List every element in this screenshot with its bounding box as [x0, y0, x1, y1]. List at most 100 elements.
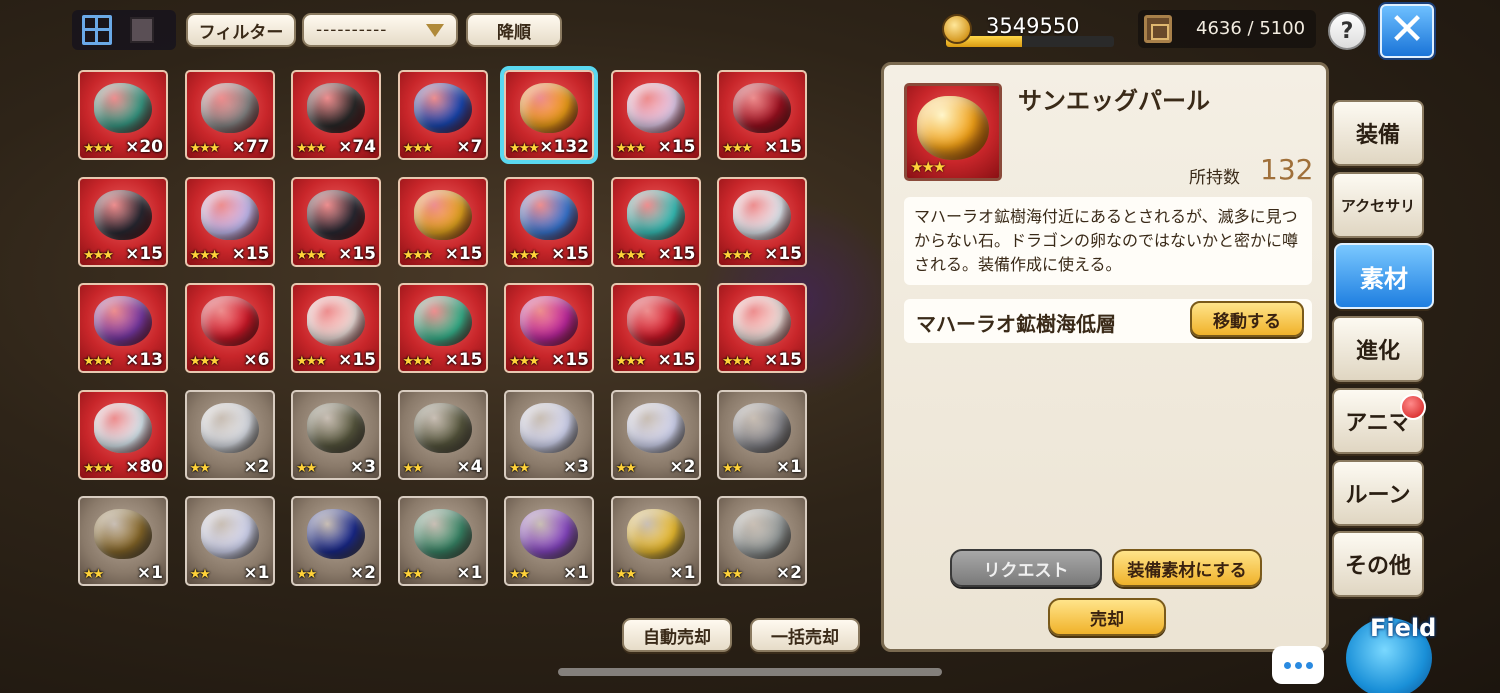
item-slot[interactable]: ★★ ×1	[184, 496, 275, 586]
item-slot[interactable]: ★★★ ×20	[78, 70, 168, 160]
item-slot[interactable]: ★★ ×1	[504, 496, 594, 586]
item-quantity: ×15	[764, 350, 802, 370]
item-stars: ★★	[83, 567, 104, 582]
item-slot[interactable]: ★★★ ×77	[184, 70, 275, 160]
home-indicator[interactable]	[558, 668, 942, 676]
detail-stars: ★★★	[910, 158, 946, 176]
item-slot[interactable]: ★★★ ×15	[397, 176, 488, 267]
view-toggle	[72, 10, 176, 50]
item-quantity: ×2	[349, 563, 376, 583]
item-slot[interactable]: ★★★ ×15	[78, 176, 168, 267]
item-slot[interactable]: ★★★ ×15	[291, 283, 381, 373]
item-slot[interactable]: ★★★ ×15	[610, 70, 701, 160]
grid-view-icon[interactable]	[82, 15, 112, 45]
filter-select[interactable]: ----------	[302, 13, 458, 47]
material-icon	[413, 296, 472, 347]
field-button[interactable]: Field	[1336, 604, 1446, 693]
request-button[interactable]: リクエスト	[950, 549, 1102, 587]
inventory-capacity: 4636 / 5100	[1138, 10, 1316, 48]
material-icon	[307, 402, 365, 453]
tab-equipment[interactable]: 装備	[1332, 100, 1424, 166]
material-icon	[626, 296, 685, 347]
chat-button[interactable]	[1272, 646, 1324, 684]
item-slot[interactable]: ★★★ ×15	[610, 176, 701, 267]
item-slot[interactable]: ★★★ ×15	[184, 176, 275, 267]
item-stars: ★★★	[722, 247, 753, 263]
item-slot[interactable]: ★★ ×3	[504, 389, 594, 480]
material-icon	[200, 189, 259, 240]
gold-counter: 3549550	[942, 12, 1114, 50]
help-button[interactable]: ?	[1328, 12, 1366, 50]
item-quantity: ×20	[125, 137, 163, 157]
item-quantity: ×15	[657, 137, 696, 157]
item-slot[interactable]: ★★★ ×15	[717, 283, 807, 373]
material-icon	[200, 402, 259, 453]
item-quantity: ×15	[764, 243, 802, 264]
field-label: Field	[1370, 614, 1437, 642]
item-slot[interactable]: ★★★ ×15	[504, 176, 594, 267]
material-icon	[200, 83, 259, 134]
item-quantity: ×132	[539, 137, 589, 157]
tab-rune[interactable]: ルーン	[1332, 460, 1424, 526]
tab-accessory[interactable]: アクセサリ	[1332, 172, 1424, 238]
item-slot[interactable]: ★★ ×4	[397, 389, 488, 480]
item-detail-panel: ★★★ サンエッグパール 所持数 132 マハーラオ鉱樹海付近にあるとされるが、…	[881, 62, 1329, 652]
material-icon	[413, 509, 472, 560]
item-slot[interactable]: ★★★ ×74	[291, 70, 381, 160]
item-stars: ★★★	[296, 247, 327, 263]
gold-value: 3549550	[986, 14, 1080, 38]
bulk-sell-button[interactable]: 一括売却	[750, 618, 860, 652]
item-quantity: ×1	[136, 563, 163, 583]
item-slot[interactable]: ★★★ ×7	[397, 70, 488, 160]
item-slot[interactable]: ★★★ ×13	[78, 283, 168, 373]
item-slot[interactable]: ★★★ ×15	[504, 283, 594, 373]
filter-button[interactable]: フィルター	[186, 13, 296, 47]
item-slot[interactable]: ★★ ×2	[291, 496, 381, 586]
material-icon	[413, 189, 472, 240]
item-stars: ★★★	[83, 354, 114, 369]
auto-sell-button[interactable]: 自動売却	[622, 618, 732, 652]
material-icon	[626, 509, 685, 560]
item-stars: ★★★	[722, 354, 753, 369]
item-slot[interactable]: ★★ ×2	[184, 389, 275, 480]
item-quantity: ×15	[231, 243, 270, 264]
item-stars: ★★★	[83, 247, 114, 263]
item-slot[interactable]: ★★★ ×80	[78, 389, 168, 480]
tab-materials[interactable]: 素材	[1334, 243, 1434, 309]
item-slot[interactable]: ★★ ×1	[78, 496, 168, 586]
item-slot[interactable]: ★★ ×2	[610, 389, 701, 480]
material-icon	[94, 402, 152, 453]
item-slot[interactable]: ★★ ×1	[717, 389, 807, 480]
item-slot[interactable]: ★★ ×1	[610, 496, 701, 586]
item-quantity: ×4	[456, 456, 483, 477]
item-slot[interactable]: ★★★ ×15	[397, 283, 488, 373]
single-view-icon[interactable]	[130, 17, 154, 43]
item-slot[interactable]: ★★★ ×15	[717, 70, 807, 160]
item-slot[interactable]: ★★★ ×6	[184, 283, 275, 373]
sell-button[interactable]: 売却	[1048, 598, 1166, 636]
sort-order-button[interactable]: 降順	[466, 13, 562, 47]
item-slot[interactable]: ★★ ×2	[717, 496, 807, 586]
item-slot[interactable]: ★★★ ×132	[504, 70, 594, 160]
item-quantity: ×1	[775, 456, 802, 477]
material-icon	[307, 189, 365, 240]
tab-other[interactable]: その他	[1332, 531, 1424, 597]
material-icon	[94, 189, 152, 240]
go-to-location-button[interactable]: 移動する	[1190, 301, 1304, 337]
close-button[interactable]: ✕	[1380, 4, 1434, 58]
tab-evolution[interactable]: 進化	[1332, 316, 1424, 382]
equip-material-button[interactable]: 装備素材にする	[1112, 549, 1262, 587]
item-quantity: ×15	[551, 350, 589, 370]
detail-description: マハーラオ鉱樹海付近にあるとされるが、滅多に見つからない石。ドラゴンの卵なのでは…	[904, 197, 1312, 285]
item-slot[interactable]: ★★ ×3	[291, 389, 381, 480]
coin-icon	[942, 14, 972, 44]
item-slot[interactable]: ★★ ×1	[397, 496, 488, 586]
drop-location-name: マハーラオ鉱樹海低層	[916, 312, 1116, 336]
item-slot[interactable]: ★★★ ×15	[717, 176, 807, 267]
item-slot[interactable]: ★★★ ×15	[610, 283, 701, 373]
item-slot[interactable]: ★★★ ×15	[291, 176, 381, 267]
material-icon	[307, 296, 365, 347]
item-quantity: ×6	[243, 350, 270, 370]
material-icon	[307, 83, 365, 134]
item-stars: ★★★	[296, 141, 327, 156]
